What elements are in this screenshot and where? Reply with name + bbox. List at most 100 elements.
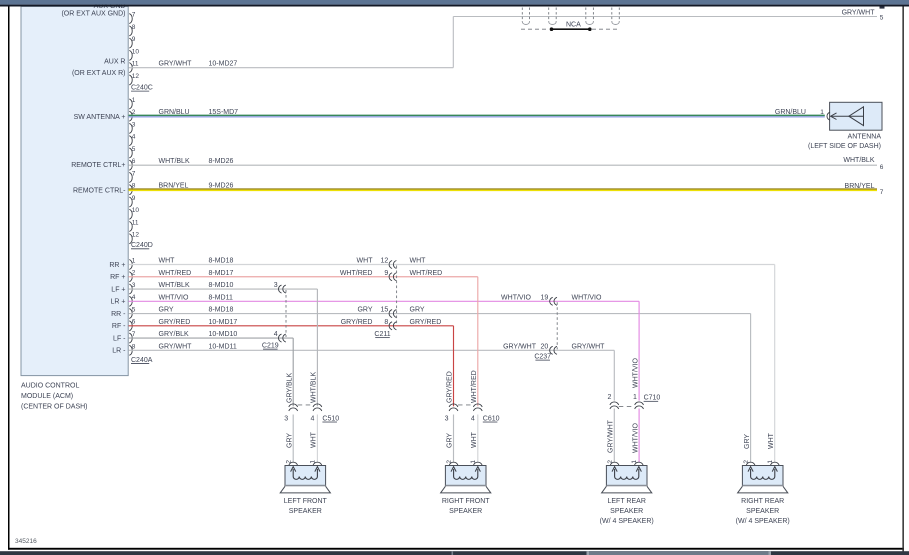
svg-text:3: 3 <box>274 282 278 289</box>
svg-text:(OR EXT AUX GND): (OR EXT AUX GND) <box>61 11 125 18</box>
svg-text:C211: C211 <box>374 331 390 338</box>
svg-text:10-MD17: 10-MD17 <box>209 319 238 326</box>
svg-text:4: 4 <box>471 415 475 422</box>
svg-text:WHT/VIO: WHT/VIO <box>572 294 602 301</box>
svg-text:9-MD26: 9-MD26 <box>209 183 234 190</box>
svg-text:5: 5 <box>132 146 136 153</box>
svg-text:2: 2 <box>132 270 136 277</box>
svg-text:WHT/BLK: WHT/BLK <box>311 372 318 403</box>
svg-text:7: 7 <box>880 189 884 196</box>
svg-text:2: 2 <box>446 460 453 464</box>
svg-text:2: 2 <box>607 460 614 464</box>
svg-text:(CENTER OF DASH): (CENTER OF DASH) <box>21 403 88 410</box>
svg-text:10: 10 <box>132 48 140 55</box>
svg-text:WHT/RED: WHT/RED <box>410 270 443 277</box>
svg-text:3: 3 <box>132 121 136 128</box>
svg-text:15: 15 <box>381 307 389 314</box>
svg-text:RR +: RR + <box>109 262 125 269</box>
svg-text:8-MD10: 8-MD10 <box>209 282 234 289</box>
svg-text:9: 9 <box>132 36 136 43</box>
svg-text:GRY/RED: GRY/RED <box>447 371 454 403</box>
svg-text:GRY: GRY <box>286 433 293 448</box>
svg-text:C219: C219 <box>262 343 279 350</box>
svg-text:3: 3 <box>132 282 136 289</box>
svg-text:6: 6 <box>132 158 136 165</box>
svg-text:345216: 345216 <box>15 538 37 545</box>
svg-text:GRN/BLU: GRN/BLU <box>159 109 190 116</box>
svg-text:WHT: WHT <box>471 431 478 448</box>
svg-text:SPEAKER: SPEAKER <box>289 508 322 515</box>
svg-text:8: 8 <box>384 319 388 326</box>
svg-text:3: 3 <box>445 415 449 422</box>
svg-text:8-MD17: 8-MD17 <box>209 270 234 277</box>
svg-text:BRN/YEL: BRN/YEL <box>159 183 189 190</box>
svg-text:8: 8 <box>132 343 136 350</box>
svg-text:20: 20 <box>541 343 549 350</box>
svg-text:11: 11 <box>132 219 139 226</box>
svg-text:RIGHT FRONT: RIGHT FRONT <box>442 498 490 505</box>
svg-text:8-MD18: 8-MD18 <box>209 307 234 314</box>
svg-text:(LEFT SIDE OF DASH): (LEFT SIDE OF DASH) <box>808 143 881 150</box>
svg-text:WHT/BLK: WHT/BLK <box>843 157 874 164</box>
svg-text:WHT/VIO: WHT/VIO <box>501 294 531 301</box>
svg-text:WHT: WHT <box>357 258 374 265</box>
svg-text:MODULE (ACM): MODULE (ACM) <box>21 393 73 400</box>
svg-text:(OR EXT AUX R): (OR EXT AUX R) <box>72 70 126 77</box>
svg-text:LF +: LF + <box>111 286 125 293</box>
svg-text:GRY/BLK: GRY/BLK <box>286 372 293 403</box>
svg-text:(W/ 4 SPEAKER): (W/ 4 SPEAKER) <box>600 518 654 525</box>
svg-text:BRN/YEL: BRN/YEL <box>845 183 875 190</box>
svg-text:REMOTE CTRL+: REMOTE CTRL+ <box>71 162 125 169</box>
svg-text:RF +: RF + <box>110 274 125 281</box>
svg-text:LEFT REAR: LEFT REAR <box>608 498 646 505</box>
svg-text:10: 10 <box>132 207 140 214</box>
svg-text:1: 1 <box>132 257 136 264</box>
svg-text:4: 4 <box>310 415 314 422</box>
svg-text:5: 5 <box>132 307 136 314</box>
svg-text:GRY/RED: GRY/RED <box>341 319 373 326</box>
svg-text:4: 4 <box>274 331 278 338</box>
svg-text:LF -: LF - <box>113 335 126 342</box>
svg-text:ANTENNA: ANTENNA <box>848 134 882 141</box>
svg-text:2: 2 <box>607 394 611 401</box>
svg-text:SW ANTENNA +: SW ANTENNA + <box>74 114 126 121</box>
svg-text:10-MD10: 10-MD10 <box>209 331 238 338</box>
svg-text:11: 11 <box>132 61 139 68</box>
svg-text:WHT/VIO: WHT/VIO <box>632 358 639 388</box>
svg-text:WHT/BLK: WHT/BLK <box>159 282 190 289</box>
svg-text:C240C: C240C <box>131 85 153 92</box>
svg-text:GRY: GRY <box>159 307 174 314</box>
svg-text:C240D: C240D <box>131 242 153 249</box>
svg-text:7: 7 <box>132 12 136 19</box>
svg-text:RF -: RF - <box>112 323 126 330</box>
svg-text:NCA: NCA <box>566 22 581 29</box>
svg-text:RIGHT REAR: RIGHT REAR <box>741 498 784 505</box>
svg-text:LR -: LR - <box>112 348 126 355</box>
svg-text:REMOTE CTRL-: REMOTE CTRL- <box>73 187 126 194</box>
svg-text:GRY: GRY <box>357 307 372 314</box>
svg-text:12: 12 <box>381 258 389 265</box>
svg-text:WHT/RED: WHT/RED <box>159 270 192 277</box>
svg-text:7: 7 <box>132 331 136 338</box>
svg-text:LEFT FRONT: LEFT FRONT <box>284 498 328 505</box>
svg-text:9: 9 <box>132 195 136 202</box>
svg-text:10-MD11: 10-MD11 <box>209 343 237 350</box>
svg-text:12: 12 <box>132 73 140 80</box>
svg-text:C240A: C240A <box>131 357 153 364</box>
svg-text:SPEAKER: SPEAKER <box>449 508 482 515</box>
svg-text:1: 1 <box>310 460 317 464</box>
svg-text:RR -: RR - <box>111 311 126 318</box>
svg-text:C710: C710 <box>644 395 661 402</box>
svg-text:2: 2 <box>743 460 750 464</box>
svg-text:1: 1 <box>470 460 477 464</box>
svg-text:GRY/RED: GRY/RED <box>159 319 191 326</box>
svg-text:WHT/VIO: WHT/VIO <box>159 294 189 301</box>
svg-text:6: 6 <box>132 319 136 326</box>
svg-text:5: 5 <box>880 15 884 22</box>
svg-text:8-MD26: 8-MD26 <box>209 158 234 165</box>
svg-text:C510: C510 <box>322 415 339 422</box>
svg-text:8: 8 <box>132 24 136 31</box>
svg-text:3: 3 <box>284 415 288 422</box>
svg-text:GRY/WHT: GRY/WHT <box>503 343 537 350</box>
svg-text:6: 6 <box>880 164 884 171</box>
